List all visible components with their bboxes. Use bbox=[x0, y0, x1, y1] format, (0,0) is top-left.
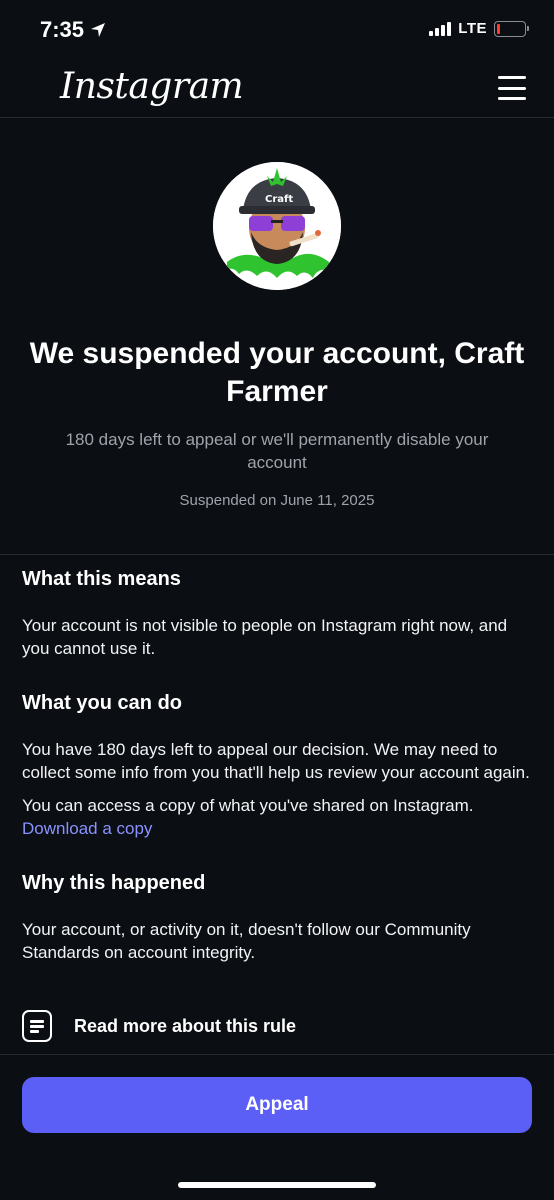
signal-bars-icon bbox=[429, 21, 452, 36]
document-lines-icon bbox=[22, 1010, 52, 1042]
why-this-happened-heading: Why this happened bbox=[22, 872, 206, 894]
read-rule-button[interactable]: Read more about this rule bbox=[22, 1010, 296, 1042]
appeal-deadline-text: 180 days left to appeal or we'll permane… bbox=[65, 430, 489, 472]
network-label: LTE bbox=[458, 20, 487, 37]
page-title: We suspended your account, Craft Farmer bbox=[29, 337, 525, 408]
battery-level bbox=[497, 23, 500, 34]
download-copy-text: You can access a copy of what you've sha… bbox=[22, 794, 532, 840]
what-you-can-do-heading: What you can do bbox=[22, 692, 182, 714]
suspended-date: Suspended on June 11, 2025 bbox=[179, 492, 375, 509]
app-header: Instagram bbox=[0, 58, 554, 118]
avatar-illustration: Craft bbox=[213, 162, 341, 290]
status-time: 7:35 bbox=[40, 17, 106, 43]
section-divider bbox=[0, 554, 554, 555]
status-indicators: LTE bbox=[429, 20, 529, 37]
what-this-means-heading: What this means bbox=[22, 568, 181, 590]
clock-label: 7:35 bbox=[40, 17, 85, 42]
home-indicator[interactable] bbox=[178, 1182, 376, 1188]
what-you-can-do-text: You have 180 days left to appeal our dec… bbox=[22, 740, 530, 782]
download-copy-link[interactable]: Download a copy bbox=[22, 819, 152, 838]
svg-text:Craft: Craft bbox=[265, 194, 293, 205]
appeal-button[interactable]: Appeal bbox=[22, 1077, 532, 1133]
battery-icon bbox=[494, 20, 529, 37]
status-bar: 7:35 LTE bbox=[0, 0, 554, 58]
access-copy-text: You can access a copy of what you've sha… bbox=[22, 796, 474, 815]
instagram-logo[interactable]: Instagram bbox=[60, 66, 244, 107]
profile-avatar: Craft bbox=[213, 162, 341, 290]
footer-divider bbox=[0, 1054, 554, 1055]
what-this-means-text: Your account is not visible to people on… bbox=[22, 616, 508, 658]
hamburger-menu-icon[interactable] bbox=[498, 76, 526, 100]
info-content: What this means Your account is not visi… bbox=[22, 566, 532, 964]
location-arrow-icon bbox=[91, 23, 106, 37]
why-this-happened-text: Your account, or activity on it, doesn't… bbox=[22, 920, 471, 962]
read-rule-label: Read more about this rule bbox=[74, 1015, 297, 1036]
